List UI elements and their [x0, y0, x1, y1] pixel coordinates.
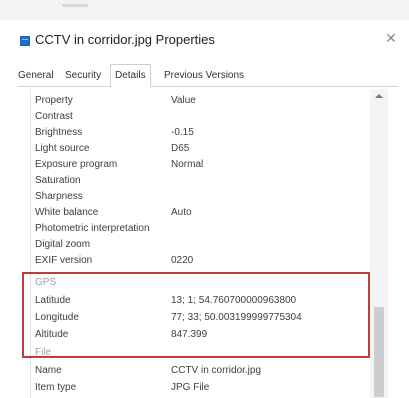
faint-mark [62, 4, 88, 7]
tab-bar: General Security Details Previous Versio… [18, 64, 398, 88]
column-header-property[interactable]: Property [35, 93, 73, 109]
property-name: Digital zoom [35, 239, 91, 250]
property-name: Item type [35, 382, 77, 393]
property-value: 77; 33; 50.003199999775304 [171, 312, 302, 323]
property-value: 847.399 [171, 329, 208, 340]
property-value: Auto [171, 207, 192, 218]
property-name: Exposure program [35, 159, 118, 170]
close-icon[interactable]: ✕ [383, 30, 399, 46]
property-name: Sharpness [35, 191, 83, 202]
property-name: Photometric interpretation [35, 223, 150, 234]
properties-icon [20, 36, 30, 46]
property-name: Longitude [35, 312, 79, 323]
property-name: Brightness [35, 127, 83, 138]
property-value: -0.15 [171, 127, 194, 138]
top-strip [0, 0, 409, 20]
section-label: File [35, 347, 52, 358]
property-value: D65 [171, 143, 190, 154]
tab-previous-versions[interactable]: Previous Versions [164, 67, 244, 85]
details-list: Property Value Contrast Brightness -0.15… [30, 89, 393, 398]
titlebar: CCTV in corridor.jpg Properties ✕ [0, 20, 409, 64]
property-value: Normal [171, 159, 204, 170]
column-header-value[interactable]: Value [171, 93, 196, 109]
tab-details[interactable]: Details [110, 64, 151, 88]
vertical-scrollbar[interactable] [370, 89, 388, 398]
property-name: White balance [35, 207, 99, 218]
section-label: GPS [35, 277, 57, 288]
property-name: Altitude [35, 329, 69, 340]
property-name: EXIF version [35, 255, 93, 266]
property-value: JPG File [171, 382, 210, 393]
window-title: CCTV in corridor.jpg Properties [35, 32, 215, 47]
property-value: 13; 1; 54.760700000963800 [171, 295, 297, 306]
scroll-up-arrow-icon[interactable] [375, 94, 383, 98]
property-name: Contrast [35, 111, 73, 122]
property-value: 0220 [171, 255, 194, 266]
tab-general[interactable]: General [18, 67, 54, 85]
property-name: Latitude [35, 295, 71, 306]
scroll-thumb[interactable] [374, 307, 384, 397]
tab-security[interactable]: Security [65, 67, 101, 85]
property-name: Light source [35, 143, 90, 154]
property-value: CCTV in corridor.jpg [171, 365, 262, 376]
property-name: Saturation [35, 175, 81, 186]
property-name: Name [35, 365, 62, 376]
